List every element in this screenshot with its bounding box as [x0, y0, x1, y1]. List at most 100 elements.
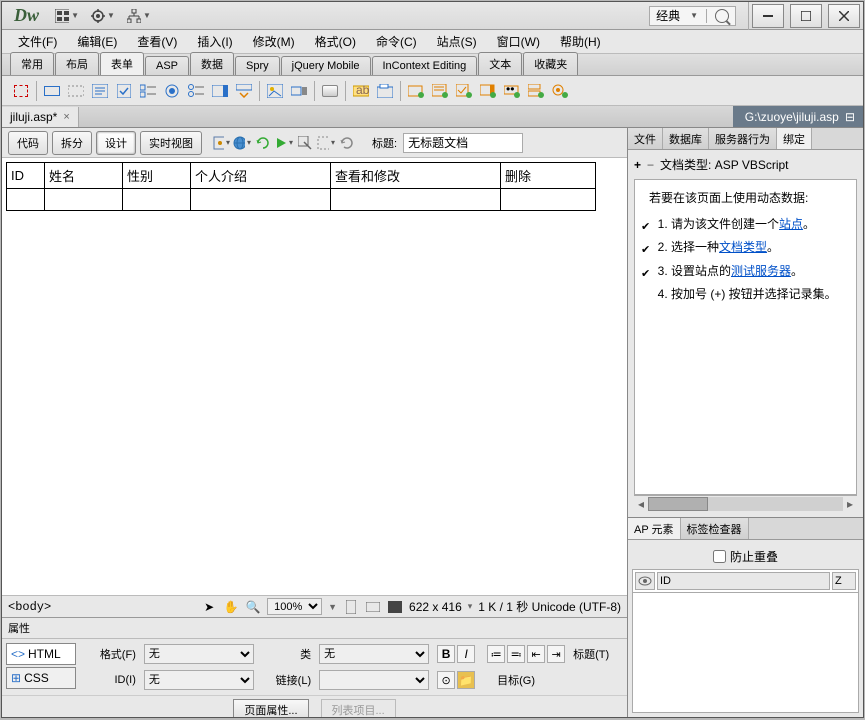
- browse-folder-icon[interactable]: 📁: [457, 671, 475, 689]
- th-gender[interactable]: 性别: [123, 163, 191, 189]
- textfield-icon[interactable]: [41, 80, 63, 102]
- cell[interactable]: [331, 189, 501, 211]
- id-select[interactable]: 无: [144, 670, 254, 690]
- spry-confirm-icon[interactable]: [525, 80, 547, 102]
- cattab-jquery[interactable]: jQuery Mobile: [281, 56, 371, 75]
- props-mode-css[interactable]: ⊞CSS: [6, 667, 76, 689]
- rtab-files[interactable]: 文件: [628, 128, 663, 149]
- tag-selector[interactable]: <body>: [8, 600, 51, 614]
- format-select[interactable]: 无: [144, 644, 254, 664]
- add-binding-button[interactable]: +: [634, 158, 641, 172]
- scroll-right-icon[interactable]: ▸: [843, 497, 857, 511]
- view-design-button[interactable]: 设计: [96, 131, 136, 155]
- hidden-icon[interactable]: [65, 80, 87, 102]
- props-mode-html[interactable]: <>HTML: [6, 643, 76, 665]
- scroll-left-icon[interactable]: ◂: [634, 497, 648, 511]
- cell[interactable]: [45, 189, 123, 211]
- spry-password-icon[interactable]: ••: [501, 80, 523, 102]
- gear-icon[interactable]: ▼: [91, 6, 115, 26]
- th-viewedit[interactable]: 查看和修改: [331, 163, 501, 189]
- th-name[interactable]: 姓名: [45, 163, 123, 189]
- class-select[interactable]: 无: [319, 644, 429, 664]
- rtab-bindings[interactable]: 绑定: [777, 128, 812, 149]
- design-canvas[interactable]: ID 姓名 性别 个人介绍 查看和修改 删除: [2, 158, 627, 595]
- ap-col-eye[interactable]: [635, 572, 655, 590]
- menu-view[interactable]: 查看(V): [129, 30, 185, 53]
- link-select[interactable]: [319, 670, 429, 690]
- checkbox-group-icon[interactable]: [137, 80, 159, 102]
- rtab-server-behaviors[interactable]: 服务器行为: [709, 128, 777, 149]
- italic-button[interactable]: I: [457, 645, 475, 663]
- refresh-icon[interactable]: [338, 134, 356, 152]
- menu-site[interactable]: 站点(S): [429, 30, 485, 53]
- cell[interactable]: [123, 189, 191, 211]
- data-table[interactable]: ID 姓名 性别 个人介绍 查看和修改 删除: [6, 162, 596, 211]
- radio-group-icon[interactable]: [185, 80, 207, 102]
- server-debug-icon[interactable]: ▾: [212, 134, 230, 152]
- th-delete[interactable]: 删除: [501, 163, 596, 189]
- page-title-input[interactable]: [403, 133, 523, 153]
- close-button[interactable]: [828, 4, 860, 28]
- cattab-ice[interactable]: InContext Editing: [372, 56, 478, 75]
- spry-radio-icon[interactable]: [549, 80, 571, 102]
- indent-button[interactable]: ⇥: [547, 645, 565, 663]
- ap-col-z[interactable]: Z: [832, 572, 856, 590]
- cattab-common[interactable]: 常用: [10, 52, 54, 75]
- create-site-link[interactable]: 站点: [779, 217, 803, 231]
- ap-elements-list[interactable]: [632, 593, 859, 713]
- inspect-icon[interactable]: [296, 134, 314, 152]
- outdent-button[interactable]: ⇤: [527, 645, 545, 663]
- properties-header[interactable]: 属性: [2, 618, 627, 639]
- cell[interactable]: [7, 189, 45, 211]
- canvas-dims[interactable]: 622 x 416: [409, 600, 462, 614]
- menu-format[interactable]: 格式(O): [307, 30, 364, 53]
- spry-checkbox-icon[interactable]: [453, 80, 475, 102]
- ol-button[interactable]: ≕: [507, 645, 525, 663]
- cattab-text[interactable]: 文本: [478, 52, 522, 75]
- menu-file[interactable]: 文件(F): [10, 30, 65, 53]
- ap-col-id[interactable]: ID: [657, 572, 830, 590]
- rtab-ap-elements[interactable]: AP 元素: [628, 518, 681, 539]
- form-icon[interactable]: [10, 80, 32, 102]
- cell[interactable]: [191, 189, 331, 211]
- rtab-tag-inspector[interactable]: 标签检查器: [681, 518, 749, 539]
- label-icon[interactable]: abc: [350, 80, 372, 102]
- rtab-database[interactable]: 数据库: [663, 128, 709, 149]
- menu-modify[interactable]: 修改(M): [245, 30, 303, 53]
- scroll-thumb[interactable]: [648, 497, 708, 511]
- menu-edit[interactable]: 编辑(E): [69, 30, 125, 53]
- cattab-asp[interactable]: ASP: [145, 56, 189, 75]
- ul-button[interactable]: ≔: [487, 645, 505, 663]
- doctype-link[interactable]: 文档类型: [719, 240, 767, 254]
- remove-binding-button[interactable]: −: [647, 158, 654, 172]
- radio-icon[interactable]: [161, 80, 183, 102]
- button-icon[interactable]: [319, 80, 341, 102]
- cattab-fav[interactable]: 收藏夹: [523, 52, 578, 75]
- size-preset1-icon[interactable]: [343, 599, 359, 615]
- zoom-select[interactable]: 100%: [267, 598, 322, 615]
- size-preset2-icon[interactable]: [365, 599, 381, 615]
- jumpmenu-icon[interactable]: [233, 80, 255, 102]
- bold-button[interactable]: B: [437, 645, 455, 663]
- refresh-server-icon[interactable]: [254, 134, 272, 152]
- menu-help[interactable]: 帮助(H): [552, 30, 609, 53]
- doc-menu-icon[interactable]: ⊟: [845, 110, 855, 124]
- hand-icon[interactable]: ✋: [223, 599, 239, 615]
- minimize-button[interactable]: [752, 4, 784, 28]
- close-tab-icon[interactable]: ×: [63, 111, 69, 123]
- maximize-button[interactable]: [790, 4, 822, 28]
- prevent-overlap-checkbox[interactable]: [713, 550, 726, 563]
- image-field-icon[interactable]: [264, 80, 286, 102]
- page-properties-button[interactable]: 页面属性...: [233, 699, 308, 717]
- cattab-data[interactable]: 数据: [190, 52, 234, 75]
- view-split-button[interactable]: 拆分: [52, 131, 92, 155]
- view-live-button[interactable]: 实时视图: [140, 131, 202, 155]
- view-code-button[interactable]: 代码: [8, 131, 48, 155]
- test-server-link[interactable]: 测试服务器: [731, 264, 791, 278]
- th-intro[interactable]: 个人介绍: [191, 163, 331, 189]
- textarea-icon[interactable]: [89, 80, 111, 102]
- size-preset3-icon[interactable]: [387, 599, 403, 615]
- spry-select-icon[interactable]: [477, 80, 499, 102]
- visual-aids-icon[interactable]: ▾: [317, 134, 335, 152]
- checkbox-icon[interactable]: [113, 80, 135, 102]
